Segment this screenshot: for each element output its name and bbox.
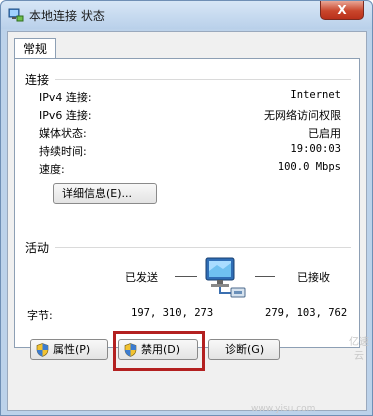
network-computer-icon	[205, 257, 246, 298]
status-window: 本地连接 状态 X 常规 连接 IPv4 连接: Internet IPv6 连…	[0, 0, 373, 416]
row-speed: 速度: 100.0 Mbps	[39, 161, 341, 177]
highlight-box	[113, 331, 205, 371]
activity-heading: 活动	[25, 241, 50, 255]
row-speed-label: 速度:	[39, 163, 65, 176]
row-media-state-value: 已启用	[308, 127, 341, 140]
watermark-bottom: www.yisu.com	[251, 404, 316, 414]
watermark-side: 亿速云	[349, 337, 369, 362]
tab-panel-general: 连接 IPv4 连接: Internet IPv6 连接: 无网络访问权限 媒体…	[14, 58, 360, 348]
received-dash	[255, 276, 275, 277]
uac-shield-icon	[36, 343, 49, 357]
row-duration-value: 19:00:03	[290, 143, 341, 155]
sent-dash	[175, 276, 197, 277]
row-ipv6: IPv6 连接: 无网络访问权限	[39, 107, 341, 123]
row-duration: 持续时间: 19:00:03	[39, 143, 341, 159]
row-media-state: 媒体状态: 已启用	[39, 125, 341, 141]
row-ipv6-label: IPv6 连接:	[39, 109, 92, 122]
details-button-label: 详细信息(E)...	[62, 187, 133, 200]
row-duration-label: 持续时间:	[39, 145, 87, 158]
row-ipv4: IPv4 连接: Internet	[39, 89, 341, 105]
activity-divider	[55, 247, 351, 248]
details-button[interactable]: 详细信息(E)...	[53, 183, 157, 204]
received-label: 已接收	[297, 271, 330, 284]
bytes-label: 字节:	[27, 309, 53, 322]
diagnose-button[interactable]: 诊断(G)	[208, 339, 280, 360]
diagnose-button-label: 诊断(G)	[225, 343, 265, 356]
connection-heading: 连接	[25, 73, 50, 87]
connection-divider	[55, 79, 351, 80]
network-connection-icon	[8, 8, 24, 22]
properties-button[interactable]: 属性(P)	[30, 339, 108, 360]
row-ipv6-value: 无网络访问权限	[264, 109, 341, 122]
close-button[interactable]: X	[320, 1, 364, 20]
row-speed-value: 100.0 Mbps	[277, 161, 341, 173]
tab-general[interactable]: 常规	[14, 38, 56, 59]
row-ipv4-label: IPv4 连接:	[39, 91, 92, 104]
bytes-received-value: 279, 103, 762	[265, 307, 348, 319]
sent-label: 已发送	[125, 271, 158, 284]
title-bar[interactable]: 本地连接 状态 X	[1, 1, 372, 29]
row-media-state-label: 媒体状态:	[39, 127, 87, 140]
row-ipv4-value: Internet	[290, 89, 341, 101]
bytes-sent-value: 197, 310, 273	[131, 307, 214, 319]
properties-button-label: 属性(P)	[53, 343, 91, 356]
window-title: 本地连接 状态	[29, 9, 105, 23]
